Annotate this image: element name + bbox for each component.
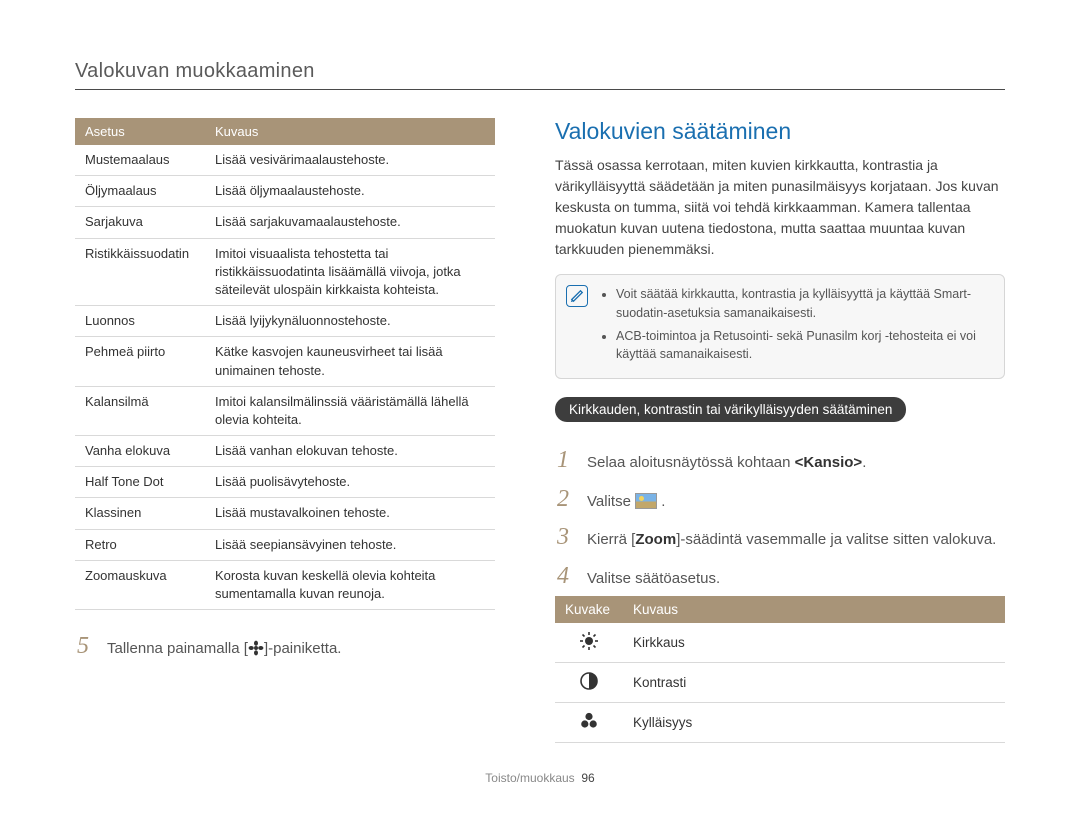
step-number: 3	[557, 525, 575, 549]
step-number: 5	[77, 634, 95, 658]
table-row: Kylläisyys	[555, 703, 1005, 743]
note-box: Voit säätää kirkkautta, kontrastia ja ky…	[555, 274, 1005, 379]
footer-section: Toisto/muokkaus	[485, 771, 574, 785]
table-row: RistikkäissuodatinImitoi visuaalista teh…	[75, 238, 495, 306]
page-number: 96	[581, 771, 594, 785]
table-row: KalansilmäImitoi kalansilmälinssiä vääri…	[75, 386, 495, 435]
table-row: MustemaalausLisää vesivärimaalaustehoste…	[75, 145, 495, 176]
icon-header-icon: Kuvake	[555, 596, 623, 623]
icon-label: Kirkkaus	[623, 623, 1005, 663]
effects-header-desc: Kuvaus	[205, 118, 495, 145]
icon-header-desc: Kuvaus	[623, 596, 1005, 623]
icon-label: Kylläisyys	[623, 703, 1005, 743]
step-5: 5 Tallenna painamalla []-painiketta.	[77, 634, 495, 661]
step-text: Valitse .	[587, 487, 665, 514]
note-icon	[566, 285, 588, 307]
effects-table: Asetus Kuvaus MustemaalausLisää vesiväri…	[75, 118, 495, 610]
note-item: Voit säätää kirkkautta, kontrastia ja ky…	[616, 285, 992, 323]
step-4: 4 Valitse säätöasetus.	[557, 564, 1005, 591]
thumbnail-icon	[635, 493, 657, 509]
step-text: Tallenna painamalla []-painiketta.	[107, 634, 341, 661]
step-text: Selaa aloitusnäytössä kohtaan <Kansio>.	[587, 448, 866, 475]
table-row: RetroLisää seepiansävyinen tehoste.	[75, 529, 495, 560]
step-3: 3 Kierrä [Zoom]-säädintä vasemmalle ja v…	[557, 525, 1005, 552]
table-row: Kontrasti	[555, 663, 1005, 703]
step-2: 2 Valitse .	[557, 487, 1005, 514]
table-row: Vanha elokuvaLisää vanhan elokuvan tehos…	[75, 436, 495, 467]
table-row: ZoomauskuvaKorosta kuvan keskellä olevia…	[75, 560, 495, 609]
saturation-icon	[555, 703, 623, 743]
subheading-pill: Kirkkauden, kontrastin tai värikylläisyy…	[555, 397, 906, 422]
table-row: Pehmeä piirtoKätke kasvojen kauneusvirhe…	[75, 337, 495, 386]
contrast-icon	[555, 663, 623, 703]
table-row: KlassinenLisää mustavalkoinen tehoste.	[75, 498, 495, 529]
step-text: Valitse säätöasetus.	[587, 564, 720, 591]
step-number: 4	[557, 564, 575, 588]
effects-header-setting: Asetus	[75, 118, 205, 145]
table-row: Kirkkaus	[555, 623, 1005, 663]
step-1: 1 Selaa aloitusnäytössä kohtaan <Kansio>…	[557, 448, 1005, 475]
table-row: LuonnosLisää lyijykynäluonnostehoste.	[75, 306, 495, 337]
step-number: 2	[557, 487, 575, 511]
step-number: 1	[557, 448, 575, 472]
flower-icon	[248, 640, 264, 656]
table-row: Half Tone DotLisää puolisävytehoste.	[75, 467, 495, 498]
table-row: SarjakuvaLisää sarjakuvamaalaustehoste.	[75, 207, 495, 238]
page-footer: Toisto/muokkaus 96	[0, 771, 1080, 785]
intro-text: Tässä osassa kerrotaan, miten kuvien kir…	[555, 155, 1005, 260]
brightness-icon	[555, 623, 623, 663]
page-title: Valokuvan muokkaaminen	[75, 60, 1005, 90]
step-text: Kierrä [Zoom]-säädintä vasemmalle ja val…	[587, 525, 996, 552]
icon-table: Kuvake Kuvaus Kirkkaus Kontrasti	[555, 596, 1005, 743]
icon-label: Kontrasti	[623, 663, 1005, 703]
table-row: ÖljymaalausLisää öljymaalaustehoste.	[75, 176, 495, 207]
note-item: ACB-toimintoa ja Retusointi- sekä Punasi…	[616, 327, 992, 365]
section-heading: Valokuvien säätäminen	[555, 118, 1005, 145]
